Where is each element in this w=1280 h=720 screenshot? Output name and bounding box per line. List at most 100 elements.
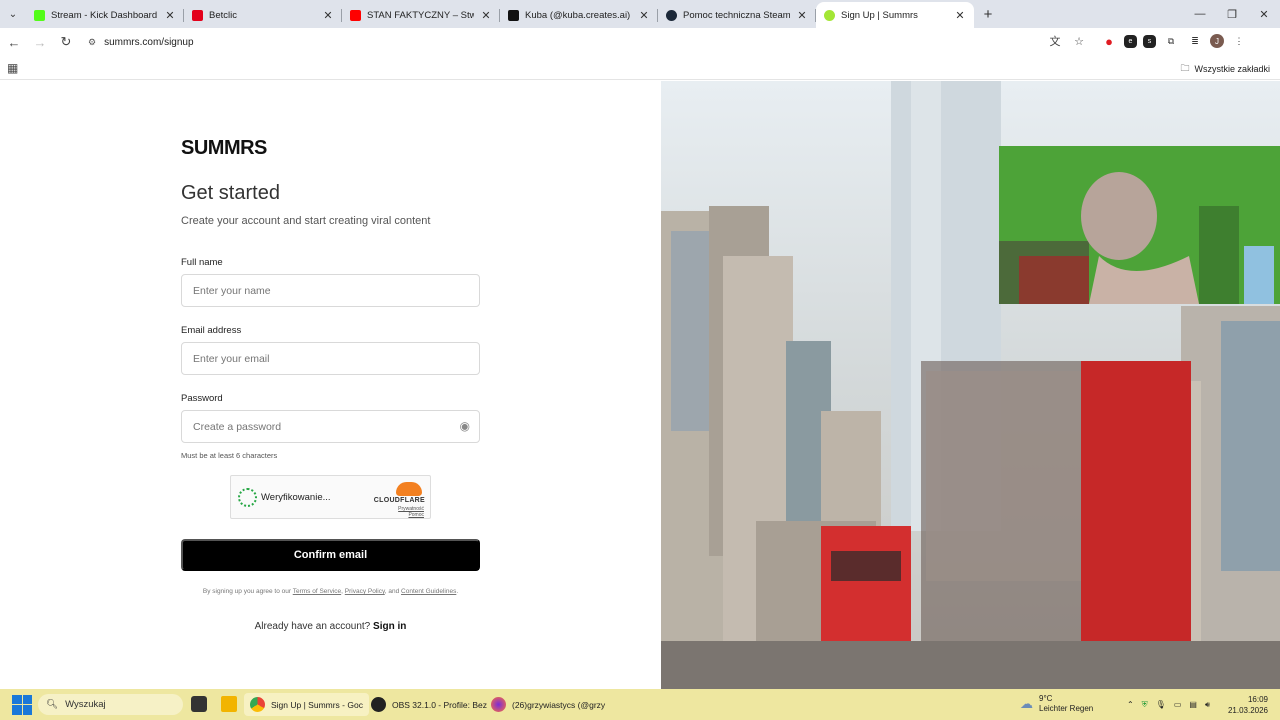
taskbar-app-label: OBS 32.1.0 - Profile: Bez: [392, 699, 487, 710]
tab-title: Pomoc techniczna Steam - Moj: [683, 9, 790, 21]
microphone-icon[interactable]: 🎙︎: [1156, 700, 1166, 709]
cloudflare-brand: CLOUDFLARE: [373, 497, 425, 504]
show-password-eye-icon[interactable]: ◉: [460, 419, 470, 433]
close-window-icon[interactable]: ✕: [1248, 0, 1280, 28]
window-controls: — ❐ ✕: [1184, 0, 1280, 28]
windows-taskbar: 🔍︎ Wyszukaj Sign Up | Summrs - Goc OBS 3…: [0, 689, 1280, 720]
search-icon: 🔍︎: [46, 699, 59, 710]
display-icon[interactable]: ▭: [1174, 700, 1182, 709]
weather-desc: Leichter Regen: [1039, 704, 1094, 713]
browser-tabstrip: ⌄ Stream - Kick Dashboard ✕ Betclic ✕ ST…: [0, 0, 1280, 28]
taskbar-app-obs[interactable]: OBS 32.1.0 - Profile: Bez: [365, 693, 493, 716]
tray-overflow-chevron-icon[interactable]: ⌃: [1127, 700, 1134, 709]
address-bar[interactable]: ⚙ summrs.com/signup: [80, 30, 1094, 54]
extension-icon[interactable]: s: [1143, 34, 1156, 48]
adblock-extension-icon[interactable]: ●: [1100, 32, 1118, 50]
taskbar-app-label: (26)grzywiastycs (@grzy: [512, 699, 606, 710]
page-title: Get started: [181, 182, 280, 204]
file-explorer-icon[interactable]: [221, 696, 237, 712]
tab-search-chevron-icon[interactable]: ⌄: [0, 0, 26, 28]
tab-close-icon[interactable]: ✕: [638, 9, 650, 22]
minimize-icon[interactable]: —: [1184, 0, 1216, 28]
captcha-help-link[interactable]: Pomoc: [398, 512, 424, 518]
taskbar-clock[interactable]: 16:09 21.03.2026: [1228, 694, 1268, 716]
password-label: Password: [181, 393, 223, 404]
email-input[interactable]: [181, 342, 480, 375]
cloudflare-turnstile[interactable]: Weryfikowanie... CLOUDFLARE Prywatność P…: [230, 475, 431, 519]
tab-close-icon[interactable]: ✕: [480, 9, 492, 22]
tab-close-icon[interactable]: ✕: [322, 9, 334, 22]
reload-icon[interactable]: ↻: [54, 30, 78, 54]
password-hint: Must be at least 6 characters: [181, 451, 278, 460]
summrs-logo[interactable]: SUMMRS: [181, 137, 267, 160]
puzzle-extensions-icon[interactable]: ⧉: [1162, 32, 1180, 50]
back-arrow-icon[interactable]: ←: [2, 30, 26, 54]
password-input[interactable]: [181, 410, 480, 443]
legal-prefix: By signing up you agree to our: [202, 588, 292, 595]
all-bookmarks-label: Wszystkie zakładki: [1194, 64, 1270, 74]
profile-avatar[interactable]: J: [1210, 34, 1224, 48]
terms-link[interactable]: Terms of Service: [293, 588, 341, 595]
menu-kebab-icon[interactable]: ⋮: [1230, 32, 1248, 50]
reading-list-icon[interactable]: ≣: [1186, 32, 1204, 50]
email-label: Email address: [181, 325, 242, 336]
tab-close-icon[interactable]: ✕: [164, 9, 176, 22]
translate-icon[interactable]: 文: [1046, 32, 1064, 50]
signup-page: SUMMRS Get started Create your account a…: [0, 81, 661, 689]
system-tray: ⌃ ⛨ 🎙︎ ▭ ▤ 🔊︎: [1127, 689, 1210, 720]
new-tab-plus-icon[interactable]: +: [974, 0, 1002, 28]
tab-summrs[interactable]: Sign Up | Summrs ✕: [816, 2, 974, 28]
restore-icon[interactable]: ❐: [1216, 0, 1248, 28]
apps-grid-icon[interactable]: ▦: [7, 61, 18, 75]
tab-close-icon[interactable]: ✕: [954, 9, 966, 22]
summrs-favicon-icon: [824, 9, 835, 21]
forward-arrow-icon[interactable]: →: [28, 30, 52, 54]
guidelines-link[interactable]: Content Guidelines: [401, 588, 456, 595]
already-account-text: Already have an account?: [254, 621, 371, 632]
tab-steam[interactable]: Pomoc techniczna Steam - Moj ✕: [658, 2, 816, 28]
weather-temp: 9°C: [1039, 694, 1053, 703]
folder-icon: 🗀: [1180, 63, 1190, 73]
volume-icon[interactable]: 🔊︎: [1205, 700, 1210, 710]
extension-icon[interactable]: e: [1124, 34, 1137, 48]
bookmark-star-icon[interactable]: ☆: [1070, 32, 1088, 50]
taskbar-app-firefox[interactable]: (26)grzywiastycs (@grzy: [485, 693, 611, 716]
taskbar-search[interactable]: 🔍︎ Wyszukaj: [38, 694, 183, 715]
tab-title: Kuba (@kuba.creates.ai) | TikTo: [525, 9, 632, 21]
task-view-icon[interactable]: [191, 696, 207, 712]
betclic-favicon-icon: [192, 9, 203, 21]
url-text[interactable]: summrs.com/signup: [104, 37, 193, 48]
firefox-icon: [491, 697, 506, 712]
tab-title: Betclic: [209, 9, 237, 21]
captcha-status: Weryfikowanie...: [261, 492, 331, 503]
legal-and: , and: [384, 588, 400, 595]
taskbar-app-label: Sign Up | Summrs - Goc: [271, 699, 363, 710]
tab-youtube[interactable]: STAN FAKTYCZNY – Stworzyliś ✕: [342, 2, 500, 28]
network-icon[interactable]: ▤: [1189, 700, 1197, 709]
all-bookmarks-button[interactable]: 🗀 Wszystkie zakładki: [1180, 61, 1270, 77]
site-info-icon[interactable]: ⚙: [88, 37, 96, 48]
steam-favicon-icon: [666, 9, 677, 21]
signin-row: Already have an account? Sign in: [181, 621, 480, 632]
weather-widget[interactable]: ☁ 9°C Leichter Regen: [1020, 694, 1093, 714]
security-shield-icon[interactable]: ⛨: [1142, 700, 1148, 710]
extensions-area: ● e s ⧉ ≣ J ⋮: [1100, 32, 1248, 50]
youtube-favicon-icon: [350, 9, 361, 21]
browser-toolbar: ← → ↻ ⚙ summrs.com/signup 文 ☆: [0, 28, 1280, 56]
obs-icon: [371, 697, 386, 712]
legal-text: By signing up you agree to our Terms of …: [202, 588, 459, 595]
privacy-link[interactable]: Privacy Policy: [345, 588, 385, 595]
tab-kick[interactable]: Stream - Kick Dashboard ✕: [26, 2, 184, 28]
windows-start-icon[interactable]: [12, 694, 32, 715]
tab-tiktok[interactable]: Kuba (@kuba.creates.ai) | TikTo ✕: [500, 2, 658, 28]
taskbar-app-chrome[interactable]: Sign Up | Summrs - Goc: [244, 693, 369, 716]
kick-favicon-icon: [34, 9, 45, 21]
clock-date: 21.03.2026: [1227, 706, 1268, 715]
tab-close-icon[interactable]: ✕: [796, 9, 808, 22]
confirm-email-button[interactable]: Confirm email: [181, 539, 480, 571]
cloudflare-cloud-icon: [396, 482, 422, 496]
tab-title: STAN FAKTYCZNY – Stworzyliś: [367, 9, 474, 21]
full-name-input[interactable]: [181, 274, 480, 307]
tab-betclic[interactable]: Betclic ✕: [184, 2, 342, 28]
sign-in-link[interactable]: Sign in: [373, 621, 406, 632]
